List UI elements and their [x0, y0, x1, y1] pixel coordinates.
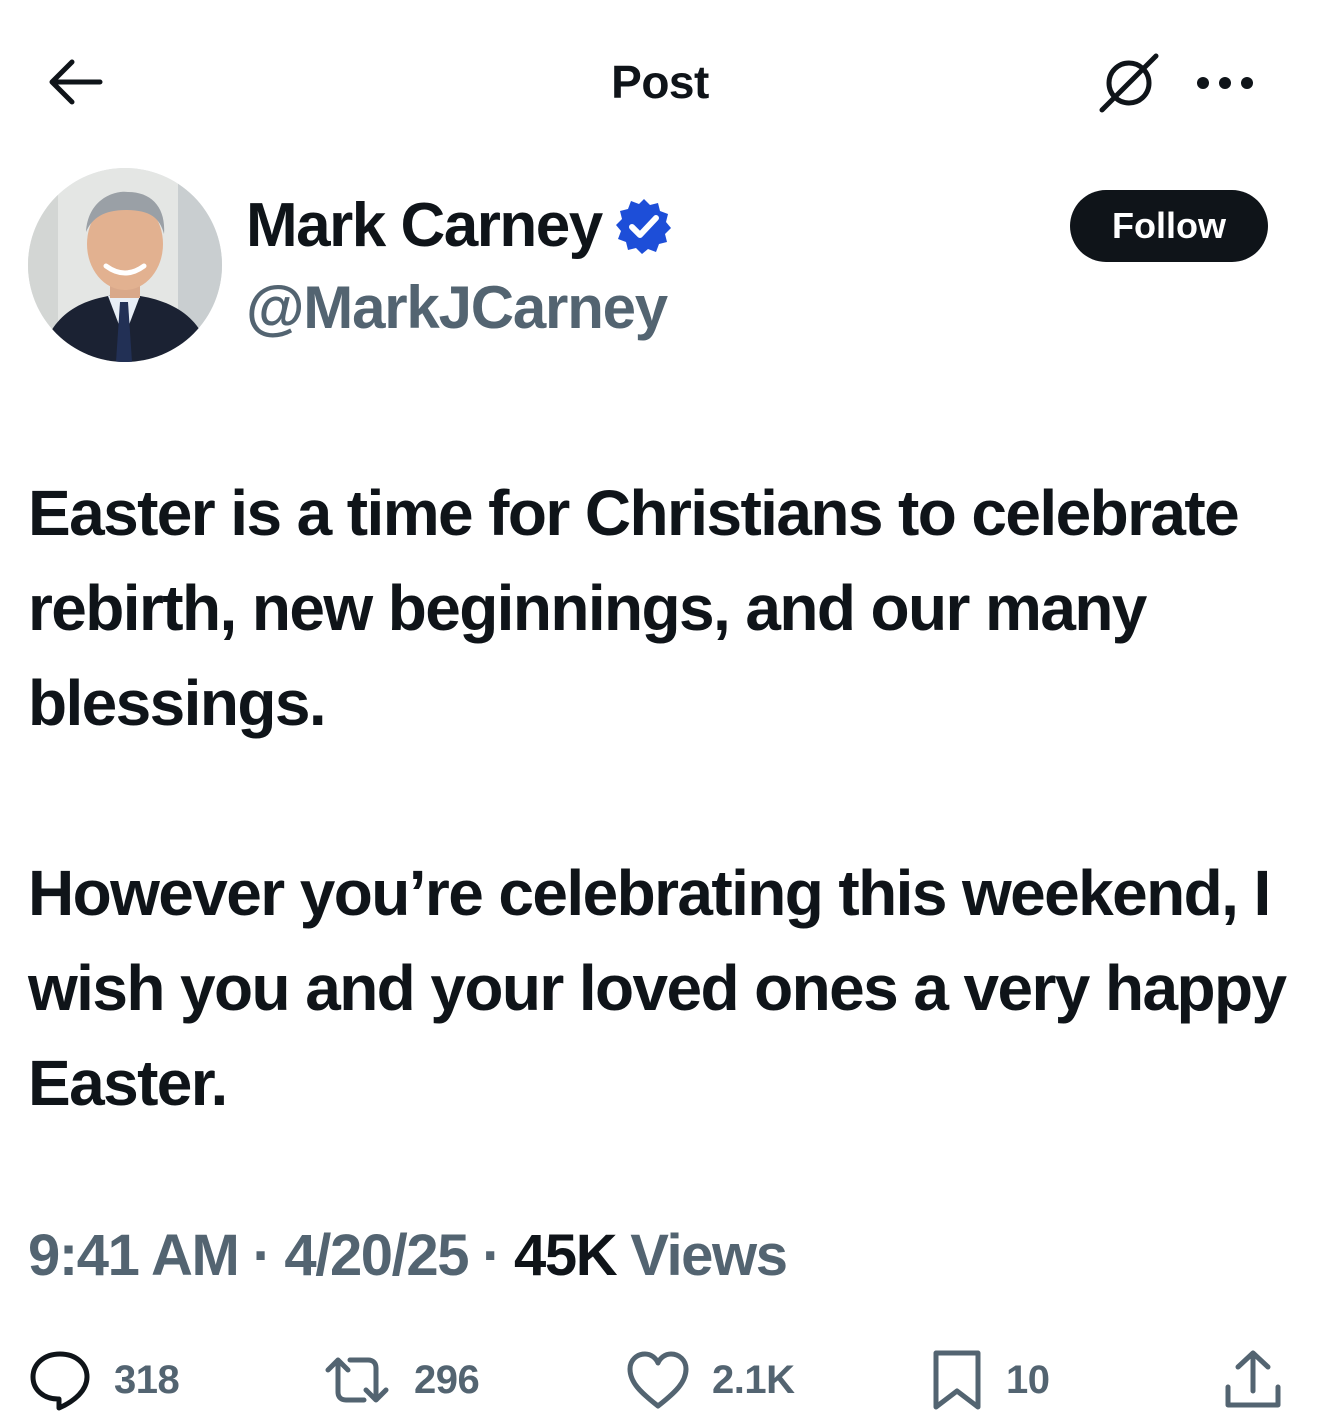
bookmark-icon: [933, 1350, 981, 1410]
action-bar: 318 296 2.1K 10: [0, 1340, 1320, 1420]
top-bar: Post: [0, 0, 1320, 160]
reply-icon: [30, 1351, 90, 1411]
grok-button[interactable]: [1092, 46, 1166, 120]
heart-icon: [627, 1351, 689, 1409]
author-display-name: Mark Carney: [246, 191, 603, 260]
like-button[interactable]: 2.1K: [626, 1340, 795, 1420]
author-name-row[interactable]: Mark Carney: [246, 190, 674, 262]
post-paragraph: Easter is a time for Christians to celeb…: [28, 477, 1240, 739]
author-handle[interactable]: @MarkJCarney: [246, 270, 668, 346]
avatar-photo: [28, 168, 222, 362]
post-date[interactable]: 4/20/25: [284, 1216, 469, 1296]
post-metadata: 9:41 AM · 4/20/25 · 45K Views: [28, 1216, 788, 1296]
share-button[interactable]: [1222, 1340, 1284, 1420]
meta-separator: ·: [482, 1223, 501, 1288]
grok-icon: [1099, 53, 1159, 113]
bookmark-count: 10: [1006, 1357, 1050, 1402]
post-time[interactable]: 9:41 AM: [28, 1216, 240, 1296]
views-count: 45K: [514, 1223, 618, 1288]
repost-count: 296: [414, 1357, 480, 1402]
post-author: Mark Carney @MarkJCarney Follow: [0, 160, 1320, 380]
like-count: 2.1K: [712, 1357, 795, 1402]
avatar[interactable]: [28, 168, 222, 362]
reply-count: 318: [114, 1357, 180, 1402]
follow-button[interactable]: Follow: [1070, 190, 1268, 262]
verified-badge-icon: [614, 196, 674, 256]
meta-separator: ·: [252, 1223, 271, 1288]
share-icon: [1225, 1350, 1281, 1408]
repost-icon: [325, 1357, 389, 1403]
post-body: Easter is a time for Christians to celeb…: [28, 466, 1292, 1131]
more-options-button[interactable]: [1192, 58, 1258, 108]
post-paragraph: However you’re celebrating this weekend,…: [28, 857, 1287, 1119]
repost-button[interactable]: 296: [322, 1340, 480, 1420]
reply-button[interactable]: 318: [28, 1340, 180, 1420]
bookmark-button[interactable]: 10: [930, 1340, 1050, 1420]
more-horizontal-icon: [1197, 77, 1253, 89]
views-label: Views: [630, 1223, 788, 1288]
